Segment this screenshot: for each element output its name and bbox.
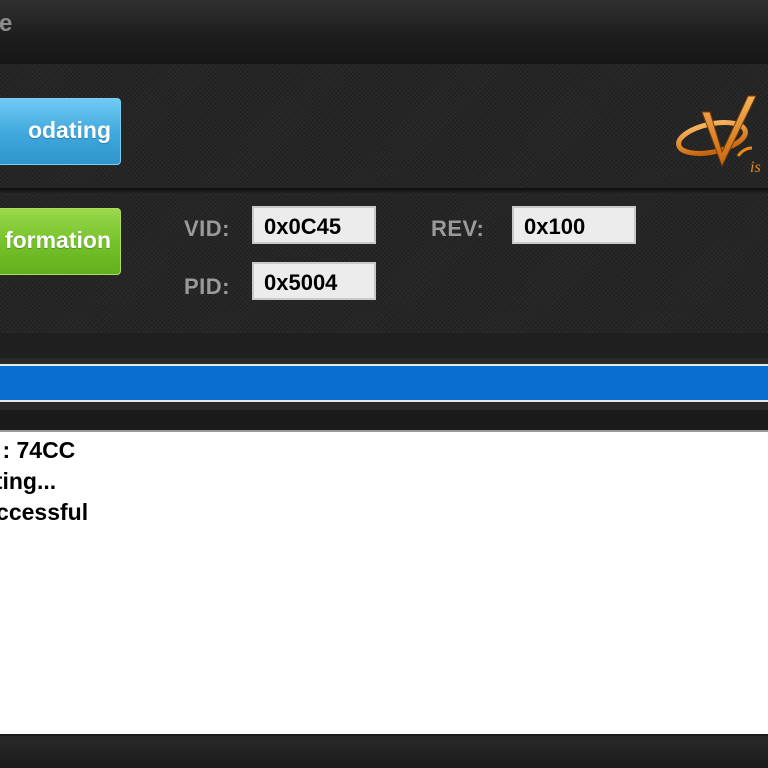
- log-container: n : 74CC ating... uccessful: [0, 410, 768, 736]
- pid-field[interactable]: 0x5004: [252, 262, 376, 300]
- log-line: ating...: [0, 468, 57, 494]
- progress-bar: [0, 358, 768, 410]
- updating-button-label: odating: [27, 117, 111, 143]
- information-button-label: formation: [4, 227, 111, 253]
- updating-button[interactable]: odating: [0, 98, 121, 165]
- svg-text:is: is: [750, 159, 761, 176]
- log-line: uccessful: [0, 499, 89, 525]
- window-title: age: [0, 10, 13, 37]
- brand-logo-icon: is: [676, 95, 761, 176]
- log-output[interactable]: n : 74CC ating... uccessful: [0, 430, 768, 734]
- updater-window: age odating formation is VID: 0x0C45 PID…: [0, 0, 768, 768]
- vid-label: VID:: [184, 216, 230, 241]
- progress-fill: [0, 364, 768, 402]
- information-button[interactable]: formation: [0, 208, 121, 275]
- rev-field[interactable]: 0x100: [512, 206, 636, 244]
- panel-bottom-strip: [0, 333, 768, 358]
- pid-label: PID:: [184, 274, 230, 299]
- title-bar: age: [0, 0, 768, 65]
- rev-label: REV:: [431, 216, 485, 241]
- bottom-bar: [0, 736, 768, 768]
- log-line: n : 74CC: [0, 437, 76, 463]
- vid-field[interactable]: 0x0C45: [252, 206, 376, 244]
